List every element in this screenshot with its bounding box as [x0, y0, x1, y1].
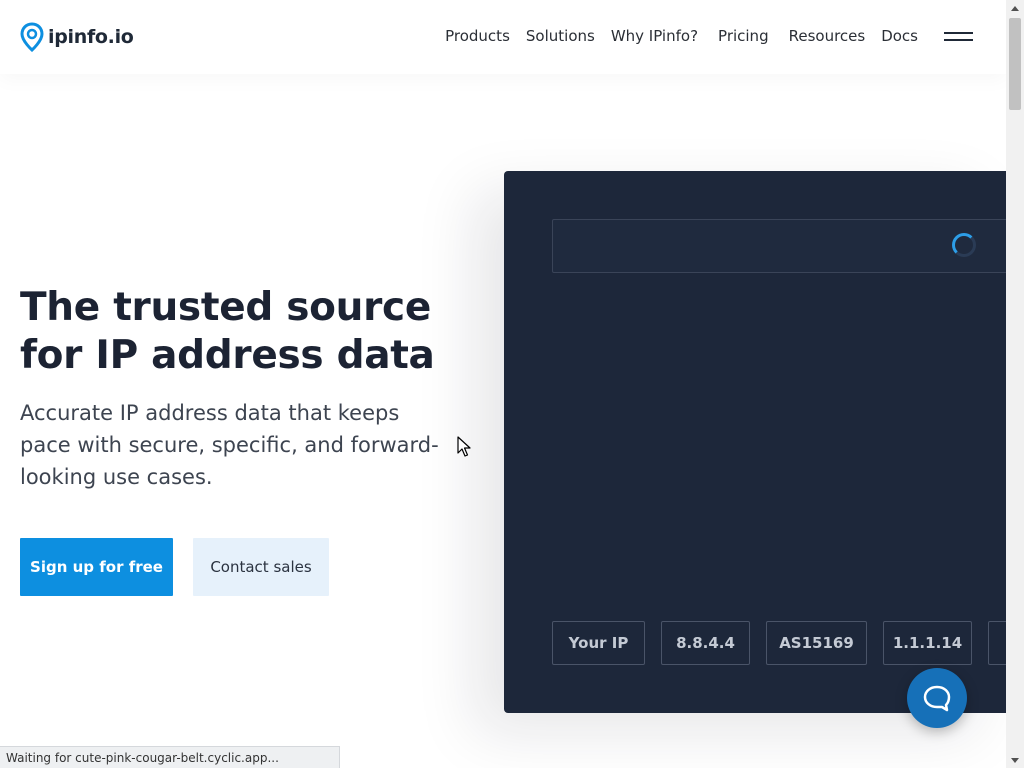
logo-text: ipinfo.io — [48, 26, 134, 48]
site-header: ipinfo.io Products Solutions Why IPinfo?… — [0, 0, 1006, 74]
nav-why-ipinfo[interactable]: Why IPinfo? — [611, 27, 698, 45]
chat-icon — [923, 685, 951, 712]
browser-status-bar: Waiting for cute-pink-cougar-belt.cyclic… — [0, 746, 340, 768]
ip-search-input[interactable] — [552, 219, 1006, 273]
vertical-scrollbar[interactable] — [1006, 0, 1024, 768]
nav-solutions[interactable]: Solutions — [526, 27, 595, 45]
nav-pricing[interactable]: Pricing — [718, 27, 769, 45]
spinner-icon — [952, 233, 976, 257]
location-pin-icon — [20, 22, 44, 52]
nav-products[interactable]: Products — [445, 27, 510, 45]
main-nav: Products Solutions Why IPinfo? Pricing R… — [445, 26, 1006, 46]
hero-subtitle: Accurate IP address data that keeps pace… — [20, 401, 439, 489]
scroll-down-icon[interactable] — [1006, 752, 1024, 768]
chip-as15169[interactable]: AS15169 — [766, 621, 867, 665]
scroll-thumb[interactable] — [1009, 18, 1021, 110]
hero-title: The trusted source for IP address data — [20, 285, 435, 378]
sign-up-button[interactable]: Sign up for free — [20, 538, 173, 596]
chip-8-8-4-4[interactable]: 8.8.4.4 — [661, 621, 750, 665]
hamburger-menu-icon[interactable] — [944, 26, 974, 46]
nav-resources[interactable]: Resources — [789, 27, 866, 45]
contact-sales-button[interactable]: Contact sales — [193, 538, 329, 596]
nav-docs[interactable]: Docs — [881, 27, 918, 45]
logo[interactable]: ipinfo.io — [20, 22, 134, 52]
chat-bubble-icon[interactable] — [907, 668, 967, 728]
ip-lookup-panel: Your IP 8.8.4.4 AS15169 1.1.1.14 — [504, 171, 1006, 713]
scroll-up-icon[interactable] — [1006, 0, 1024, 16]
mouse-cursor-icon — [457, 436, 471, 457]
chip-more[interactable] — [988, 621, 1006, 665]
chip-1-1-1-14[interactable]: 1.1.1.14 — [883, 621, 972, 665]
chip-your-ip[interactable]: Your IP — [552, 621, 645, 665]
